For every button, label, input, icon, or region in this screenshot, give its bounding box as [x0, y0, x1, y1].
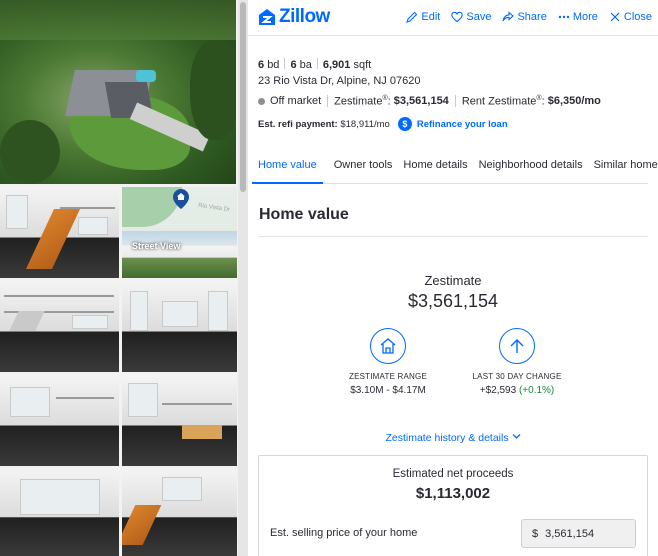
pencil-icon	[406, 11, 418, 23]
net-proceeds-value: $1,113,002	[415, 485, 491, 502]
zestimate-range: ZESTIMATE RANGE $3.10M - $4.17M	[328, 328, 448, 396]
property-details-panel: Zillow Edit Save Share More Close 6 bd 6…	[248, 0, 658, 556]
interior-photo[interactable]	[122, 469, 237, 556]
change-label: LAST 30 DAY CHANGE	[472, 372, 562, 381]
range-label: ZESTIMATE RANGE	[349, 372, 427, 381]
aerial-photo[interactable]	[0, 0, 236, 184]
detail-tabs: Home value Owner tools Home details Neig…	[252, 150, 658, 184]
close-label: Close	[623, 11, 652, 23]
arrow-icon-circle	[499, 328, 535, 364]
close-icon	[610, 12, 620, 22]
heart-icon	[451, 11, 464, 23]
house-outline-icon	[380, 338, 396, 354]
street-view-label: Street View	[132, 241, 181, 251]
share-arrow-icon	[502, 11, 515, 22]
more-dots-icon	[558, 15, 570, 19]
sqft-unit: sqft	[353, 59, 372, 71]
tab-home-details[interactable]: Home details	[403, 150, 467, 184]
history-link-label: Zestimate history & details	[385, 432, 509, 444]
rent-zestimate-label[interactable]: Rent Zestimate®:	[462, 95, 548, 108]
share-button[interactable]: Share	[502, 11, 547, 23]
more-label: More	[572, 11, 598, 23]
change-value: +$2,593	[479, 385, 517, 396]
status-line: Off market Zestimate®: $3,561,154 Rent Z…	[258, 95, 601, 108]
top-bar: Zillow Edit Save Share More Close	[248, 0, 658, 36]
zestimate-heading: Zestimate	[424, 273, 482, 288]
refinance-link[interactable]: Refinance your loan	[417, 119, 508, 130]
share-label: Share	[517, 11, 547, 23]
property-address: 23 Rio Vista Dr, Alpine, NJ 07620	[258, 75, 421, 87]
selling-price-input[interactable]: $ 3,561,154	[521, 519, 636, 548]
map-road-label: Rio Vista Dr	[197, 202, 231, 214]
section-title: Home value	[259, 206, 349, 223]
action-bar: Edit Save Share More Close	[406, 11, 652, 23]
beds-count: 6	[258, 59, 265, 71]
close-button[interactable]: Close	[609, 11, 652, 23]
save-label: Save	[466, 11, 492, 23]
zestimate-history-link[interactable]: Zestimate history & details	[248, 432, 658, 444]
selling-price-label: Est. selling price of your home	[270, 527, 418, 539]
gallery-scrollbar[interactable]	[238, 0, 248, 556]
house-icon-circle	[370, 328, 406, 364]
street-view-thumbnail[interactable]	[122, 231, 237, 278]
more-button[interactable]: More	[558, 11, 598, 23]
save-button[interactable]: Save	[451, 11, 491, 23]
chevron-down-icon	[512, 434, 520, 439]
edit-label: Edit	[421, 11, 441, 23]
refi-label: Est. refi payment:	[258, 118, 338, 130]
interior-photo[interactable]	[122, 281, 237, 372]
home-facts: 6 bd 6 ba 6,901 sqft	[258, 58, 371, 71]
interior-photo[interactable]	[0, 469, 119, 556]
map-thumbnail[interactable]: Rio Vista Dr Street View	[122, 187, 237, 278]
currency-symbol: $	[532, 527, 539, 540]
net-proceeds-card: Estimated net proceeds $1,113,002 Est. s…	[258, 455, 648, 556]
zestimate-label[interactable]: Zestimate®:	[334, 95, 394, 108]
change-value-line: +$2,593 (+0.1%)	[457, 385, 577, 396]
zillow-house-icon	[259, 9, 275, 25]
interior-photo[interactable]	[0, 375, 119, 466]
net-proceeds-label: Estimated net proceeds	[392, 468, 514, 480]
brand-name: Zillow	[279, 6, 330, 27]
range-value: $3.10M - $4.17M	[350, 385, 426, 396]
interior-photo[interactable]	[122, 375, 237, 466]
interior-photo[interactable]	[0, 187, 119, 278]
rent-zestimate-value: $6,350/mo	[547, 95, 601, 108]
beds-unit: bd	[267, 59, 280, 71]
zestimate-value: $3,561,154	[407, 291, 499, 311]
tab-neighborhood-details[interactable]: Neighborhood details	[479, 150, 583, 184]
photo-gallery: Rio Vista Dr Street View	[0, 0, 248, 556]
sqft-count: 6,901	[322, 59, 351, 71]
zillow-logo[interactable]: Zillow	[258, 6, 330, 28]
refi-line: Est. refi payment: $18,911/mo $ Refinanc…	[258, 117, 508, 131]
baths-count: 6	[290, 59, 297, 71]
location-pin-icon	[173, 189, 189, 209]
edit-button[interactable]: Edit	[406, 11, 440, 23]
interior-photo[interactable]	[0, 281, 119, 372]
market-status: Off market	[270, 95, 322, 108]
selling-price-value: 3,561,154	[545, 527, 595, 540]
refi-value: $18,911/mo	[340, 118, 390, 130]
thirty-day-change: LAST 30 DAY CHANGE +$2,593 (+0.1%)	[457, 328, 577, 396]
dollar-icon: $	[397, 117, 412, 131]
tab-similar-homes[interactable]: Similar homes	[594, 150, 658, 184]
tab-home-value[interactable]: Home value	[252, 150, 323, 184]
divider	[258, 236, 648, 237]
change-percent: (+0.1%)	[518, 385, 555, 396]
baths-unit: ba	[299, 59, 312, 71]
tab-owner-tools[interactable]: Owner tools	[334, 150, 393, 184]
status-dot-icon	[258, 97, 265, 105]
zestimate-inline-value: $3,561,154	[393, 95, 449, 108]
scrollbar-thumb[interactable]	[240, 2, 246, 192]
up-arrow-icon	[510, 339, 524, 353]
